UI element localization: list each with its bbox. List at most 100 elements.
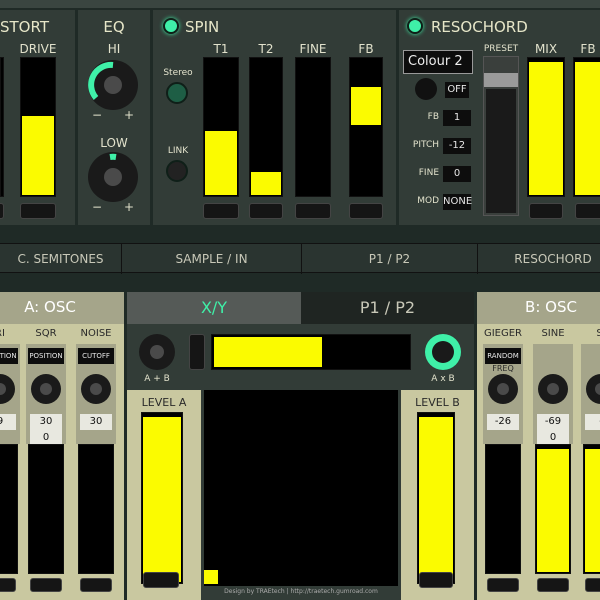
osc-b-gieger-slider[interactable] [485,444,521,574]
resochord-mix-slider[interactable] [527,57,565,197]
osc-a-sqr-value[interactable]: 30 [30,414,62,430]
eq-hi-minus[interactable]: − [90,108,104,122]
spin-stereo-toggle[interactable] [166,82,188,104]
xy-a-times-b-knob[interactable] [425,334,461,370]
spin-t1-slider[interactable] [203,57,239,197]
osc-a-sqr-knob[interactable] [31,374,61,404]
xy-a-plus-b-knob[interactable] [139,334,175,370]
osc-b-sine-slider[interactable] [535,444,571,574]
resochord-fb-value[interactable]: 1 [443,110,471,126]
eq-low-knob[interactable] [88,152,138,202]
spin-fb-slider[interactable] [349,57,383,197]
section-tab-bar: C. SEMITONES SAMPLE / IN P1 / P2 RESOCHO… [0,243,600,274]
osc-a-title: A: OSC [24,298,76,316]
osc-a-ri-knob[interactable] [0,374,15,404]
osc-a-ri-value[interactable]: 9 [0,414,16,430]
resochord-fine-value[interactable]: 0 [443,166,471,182]
level-b-slider[interactable] [417,412,455,584]
osc-a-noise-button[interactable] [80,578,112,592]
spin-link-toggle[interactable] [166,160,188,182]
resochord-fb-slider[interactable] [573,57,600,197]
tab-xy[interactable]: X/Y [127,292,301,324]
osc-a-ri-label: RI [0,328,5,339]
osc-b-gieger-value[interactable]: -26 [487,414,519,430]
osc-a-ri-knob-center [0,383,6,395]
osc-a-sqr-mode-button[interactable]: POSITION [28,348,64,364]
eq-low-minus[interactable]: − [90,200,104,214]
osc-b-si-knob[interactable] [586,374,600,404]
resochord-preset-scroll-thumb[interactable] [484,73,518,87]
osc-b-gieger-button[interactable] [487,578,519,592]
resochord-mix-label: MIX [534,42,558,56]
resochord-knob[interactable] [415,78,437,100]
distort-drive-fill [22,116,54,195]
spin-t1-button[interactable] [203,203,239,219]
spin-power-led[interactable] [163,18,179,34]
tab-resochord[interactable]: RESOCHORD [478,244,600,274]
osc-b-si-label: SI [596,328,600,339]
xy-small-button[interactable] [189,334,205,370]
osc-b-si-slider[interactable] [583,444,600,574]
osc-a-ri-slider[interactable] [0,444,18,574]
osc-b-sine-button[interactable] [537,578,569,592]
osc-a-noise-knob[interactable] [81,374,111,404]
spin-t2-button[interactable] [249,203,283,219]
resochord-preset-scroll[interactable] [483,56,519,216]
osc-b-gieger-knob[interactable] [488,374,518,404]
osc-a-noise-value[interactable]: 30 [80,414,112,430]
spin-fine-slider[interactable] [295,57,331,197]
resochord-mix-button[interactable] [529,203,563,219]
level-a-slider[interactable] [141,412,183,584]
resochord-pitch-value[interactable]: -12 [443,138,471,154]
eq-low-plus[interactable]: + [122,200,136,214]
osc-a-sqr-slider[interactable] [28,444,64,574]
resochord-power-led[interactable] [407,18,423,34]
spin-fine-button[interactable] [295,203,331,219]
resochord-preset-name[interactable]: Colour 2 [403,50,473,74]
resochord-mod-value[interactable]: NONE [443,194,472,210]
distort-left-button[interactable] [0,203,4,219]
osc-a-noise-mode-button[interactable]: CUTOFF [78,348,114,364]
xy-pad[interactable] [204,390,398,586]
osc-a-noise-slider[interactable] [78,444,114,574]
tab-semitones[interactable]: C. SEMITONES [0,244,122,274]
osc-b-gieger-column: RANDOM FREQ -26 [483,344,523,444]
distort-drive-label: DRIVE [19,42,57,56]
osc-b-sine-knob[interactable] [538,374,568,404]
resochord-preset-scroll-track [486,89,516,213]
distort-panel: STORT DRIVE [0,10,75,225]
osc-a-ri-column: POSITION 9 [0,344,20,444]
osc-a-ri-button[interactable] [0,578,16,592]
distort-left-slider[interactable] [0,57,4,197]
tab-p1p2-lower-label: P1 / P2 [359,298,416,317]
tab-p1-p2[interactable]: P1 / P2 [302,244,478,274]
level-b-button[interactable] [419,572,453,588]
osc-b-si-button[interactable] [585,578,600,592]
distort-drive-slider[interactable] [20,57,56,197]
eq-hi-plus[interactable]: + [122,108,136,122]
osc-b-sine-value[interactable]: -69 [537,414,569,430]
eq-hi-knob[interactable] [88,60,138,110]
xy-horizontal-bar[interactable] [211,334,411,370]
osc-a-noise-column: CUTOFF 30 [76,344,116,444]
distort-drive-button[interactable] [20,203,56,219]
osc-b-si-value[interactable]: - [585,414,600,430]
tab-p1p2-lower[interactable]: P1 / P2 [301,292,474,324]
level-a-button[interactable] [143,572,179,588]
osc-a-sqr-button[interactable] [30,578,62,592]
spin-t2-slider[interactable] [249,57,283,197]
resochord-fb-fill [575,62,600,195]
eq-hi-label: HI [107,42,121,56]
resochord-mix-fill [529,62,563,195]
spin-t2-fill [251,172,281,195]
resochord-off-button[interactable]: OFF [445,82,469,98]
spin-t1-fill [205,131,237,195]
xy-pad-cursor[interactable] [204,570,218,584]
tab-sample-in[interactable]: SAMPLE / IN [122,244,302,274]
resochord-fb-button[interactable] [575,203,600,219]
eq-low-label: LOW [100,136,128,150]
osc-b-gieger-mode-button[interactable]: RANDOM [485,348,521,364]
osc-a-ri-mode-button[interactable]: POSITION [0,348,18,364]
spin-fb-button[interactable] [349,203,383,219]
distort-title: STORT [0,18,49,36]
